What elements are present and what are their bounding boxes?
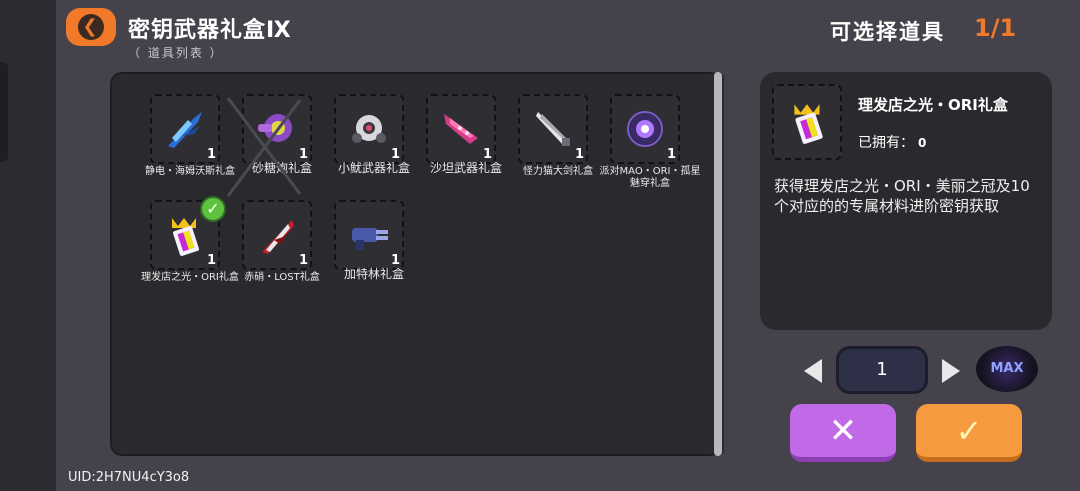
- pink-claw-icon: [444, 114, 478, 144]
- item-slot[interactable]: 1 怪力猫大剑礼盒: [480, 74, 593, 178]
- item-name: 派对MAO・ORI・孤星魅穿礼盒: [599, 166, 701, 189]
- back-arrow-icon: ❮: [78, 14, 104, 40]
- back-button[interactable]: ❮: [66, 8, 116, 46]
- edge-notch: [0, 62, 8, 162]
- item-quantity: 1: [390, 253, 400, 268]
- red-blade-icon: [262, 220, 294, 254]
- scrollbar-thumb[interactable]: [714, 72, 722, 456]
- silver-sword-icon: [536, 112, 570, 146]
- blue-blade-icon: [168, 112, 202, 148]
- user-id: UID:2H7NU4cY3o8: [68, 470, 190, 485]
- max-button[interactable]: MAX: [976, 346, 1038, 392]
- detail-owned-count: 已拥有： 0: [858, 132, 926, 152]
- cancel-button[interactable]: ✕: [790, 404, 896, 462]
- decrease-arrow-button[interactable]: [804, 359, 822, 383]
- item-frame: 1: [334, 200, 404, 270]
- item-name: 加特林礼盒: [343, 267, 404, 281]
- item-slot[interactable]: 1 加特林礼盒: [296, 180, 404, 284]
- purple-cannon-icon: [258, 114, 292, 142]
- list-scrollbar[interactable]: [712, 72, 724, 456]
- page-title: 密钥武器礼盒Ⅸ: [128, 18, 292, 43]
- item-slot[interactable]: 1 派对MAO・ORI・孤星魅穿礼盒: [572, 74, 700, 189]
- item-slot[interactable]: 1 沙坦武器礼盒: [388, 74, 502, 178]
- gatling-icon: [352, 228, 388, 250]
- detail-item-name: 理发店之光・ORI礼盒: [858, 96, 1008, 114]
- item-slot[interactable]: 1 赤硝・LOST礼盒: [204, 180, 320, 284]
- item-frame: 1: [610, 94, 680, 164]
- item-slot-selected[interactable]: 1 理发店之光・ORI礼盒 ✓: [112, 180, 239, 284]
- owned-label: 已拥有：: [858, 135, 914, 151]
- item-list-panel: 1 静电・海姆沃斯礼盒 1 砂糖炮礼盒 1 小鱿武器礼盒 1 沙坦武器礼盒 1 …: [110, 72, 722, 456]
- quantity-input[interactable]: 1: [836, 346, 928, 394]
- item-slot[interactable]: 1 小鱿武器礼盒: [296, 74, 410, 178]
- confirm-button[interactable]: ✓: [916, 404, 1022, 462]
- squid-weapon-icon: [352, 115, 386, 143]
- selectable-items-count: 1/1: [974, 14, 1017, 42]
- item-slot[interactable]: 1 砂糖炮礼盒: [204, 74, 312, 178]
- item-quantity: 1: [666, 147, 676, 162]
- left-edge-bar: [0, 0, 56, 491]
- page-subtitle: （ 道具列表 ）: [128, 46, 224, 60]
- owned-value: 0: [918, 136, 927, 150]
- detail-description: 获得理发店之光・ORI・美丽之冠及10个对应的的专属材料进阶密钥获取: [774, 177, 1030, 215]
- crown-comb-icon: [794, 104, 823, 144]
- detail-item-frame: [772, 84, 842, 160]
- item-slot[interactable]: 1 静电・海姆沃斯礼盒: [112, 74, 235, 178]
- increase-arrow-button[interactable]: [942, 359, 960, 383]
- crown-comb-icon: [172, 218, 200, 256]
- item-detail-panel: 理发店之光・ORI礼盒 已拥有： 0 获得理发店之光・ORI・美丽之冠及10个对应…: [760, 72, 1052, 330]
- selectable-items-label: 可选择道具: [830, 20, 945, 44]
- star-orb-icon: [627, 111, 663, 147]
